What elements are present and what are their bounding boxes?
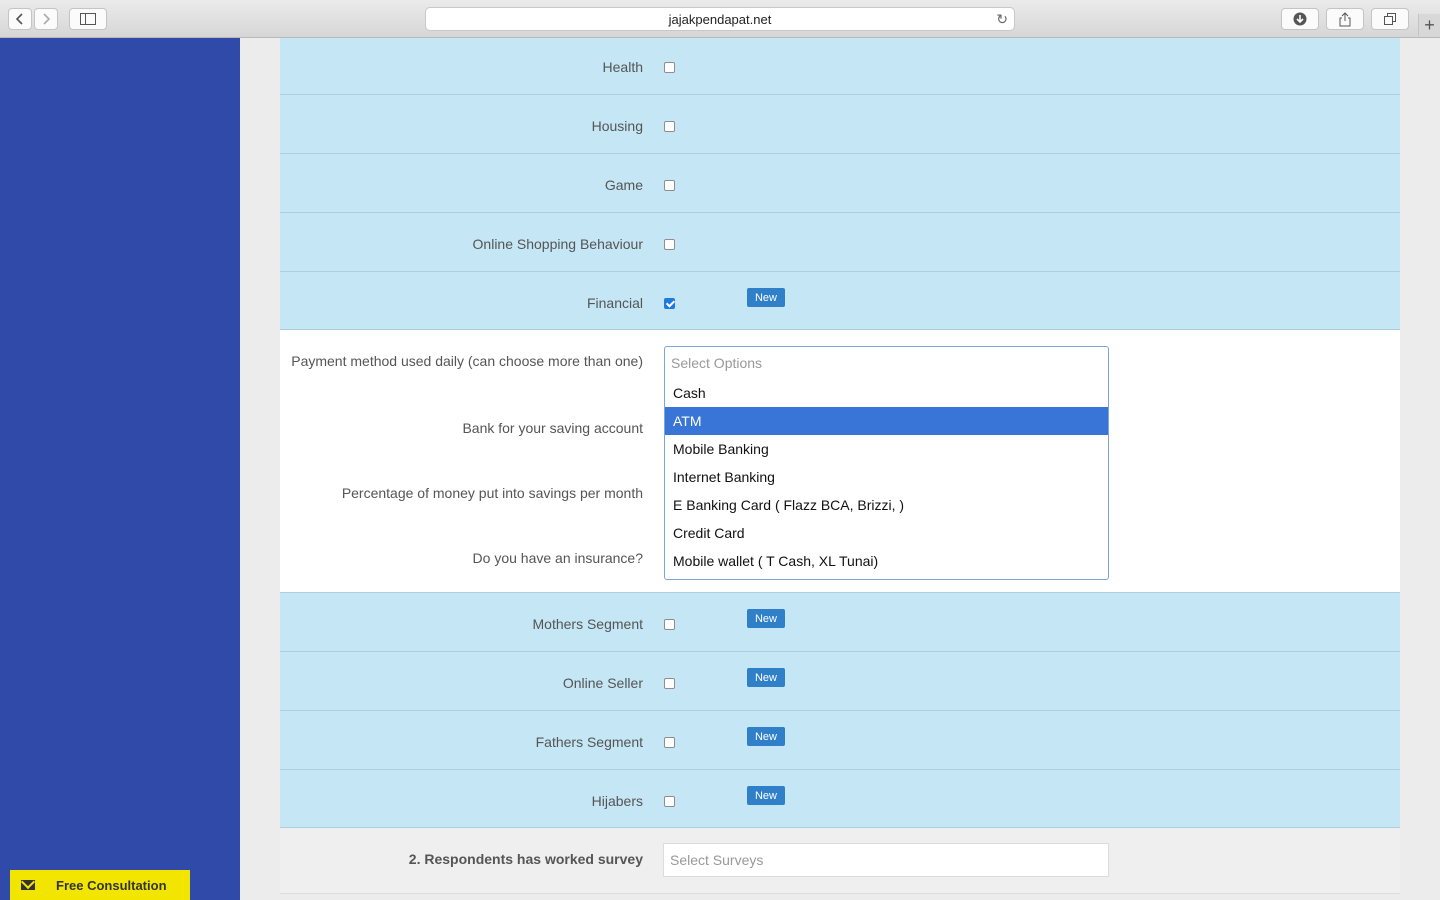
online-shopping-checkbox[interactable] [664,239,675,250]
option-internet-banking[interactable]: Internet Banking [665,463,1108,491]
option-cash[interactable]: Cash [665,379,1108,407]
health-checkbox[interactable] [664,62,675,73]
address-bar[interactable]: jajakpendapat.net ↻ [425,7,1015,31]
segment-row-fathers: Fathers Segment New [280,711,1400,770]
reload-icon[interactable]: ↻ [996,11,1008,28]
new-tab-button[interactable]: + [1418,14,1440,36]
option-atm[interactable]: ATM [665,407,1108,435]
category-label: Health [602,59,643,75]
segment-label: Fathers Segment [535,734,643,750]
option-mobile-wallet[interactable]: Mobile wallet ( T Cash, XL Tunai) [665,547,1108,575]
tabs-icon [1384,13,1396,25]
game-checkbox[interactable] [664,180,675,191]
category-label: Financial [586,295,643,311]
category-label: Online Shopping Behaviour [472,236,643,252]
financial-checkbox[interactable] [664,298,675,309]
url-text: jajakpendapat.net [668,11,772,27]
segment-row-mothers: Mothers Segment New [280,593,1400,652]
survey-placeholder: Select Surveys [670,852,764,868]
category-label: Game [604,177,643,193]
new-badge: New [747,609,785,628]
share-button[interactable] [1326,8,1364,30]
select-placeholder[interactable]: Select Options [671,355,762,371]
worked-survey-section: 2. Respondents has worked survey Select … [280,828,1400,894]
share-icon [1339,11,1351,26]
segment-row-hijabers: Hijabers New [280,770,1400,828]
question-insurance: Do you have an insurance? [472,550,643,566]
section-title: 2. Respondents has worked survey [408,851,643,867]
category-row-financial: Financial New [280,272,1400,330]
chevron-right-icon [43,13,51,25]
select-surveys-input[interactable]: Select Surveys [663,843,1109,877]
question-savings-percentage: Percentage of money put into savings per… [341,485,643,501]
hijabers-checkbox[interactable] [664,796,675,807]
segment-row-online-seller: Online Seller New [280,652,1400,711]
sidebar-icon [80,13,96,25]
new-badge: New [747,786,785,805]
category-row-health: Health [280,38,1400,95]
main-content: Health Housing Game Online Shopping Beha… [280,38,1400,900]
consultation-label: Free Consultation [56,877,167,893]
housing-checkbox[interactable] [664,121,675,132]
online-seller-checkbox[interactable] [664,678,675,689]
back-button[interactable] [8,8,32,30]
option-e-banking-card[interactable]: E Banking Card ( Flazz BCA, Brizzi, ) [665,491,1108,519]
mail-icon [10,870,46,900]
fathers-segment-checkbox[interactable] [664,737,675,748]
chevron-left-icon [15,13,23,25]
downloads-button[interactable] [1281,8,1319,30]
category-row-game: Game [280,154,1400,213]
category-label: Housing [591,118,643,134]
forward-button[interactable] [34,8,58,30]
sidebar-toggle-button[interactable] [69,8,107,30]
category-row-housing: Housing [280,95,1400,154]
segment-label: Online Seller [562,675,643,691]
segment-label: Hijabers [591,793,643,809]
tabs-overview-button[interactable] [1371,8,1409,30]
browser-toolbar: jajakpendapat.net ↻ + [0,0,1440,38]
download-icon [1293,12,1307,26]
payment-method-multiselect[interactable]: Select Options Cash ATM Mobile Banking I… [664,346,1109,580]
option-mobile-banking[interactable]: Mobile Banking [665,435,1108,463]
mothers-segment-checkbox[interactable] [664,619,675,630]
question-bank: Bank for your saving account [462,420,643,436]
new-badge: New [747,668,785,687]
category-row-online-shopping: Online Shopping Behaviour [280,213,1400,272]
sidebar [0,38,240,900]
option-credit-card[interactable]: Credit Card [665,519,1108,547]
free-consultation-button[interactable]: Free Consultation [10,870,190,900]
new-badge: New [747,727,785,746]
new-badge: New [747,288,785,307]
segment-label: Mothers Segment [532,616,644,632]
question-payment-method: Payment method used daily (can choose mo… [291,353,643,369]
